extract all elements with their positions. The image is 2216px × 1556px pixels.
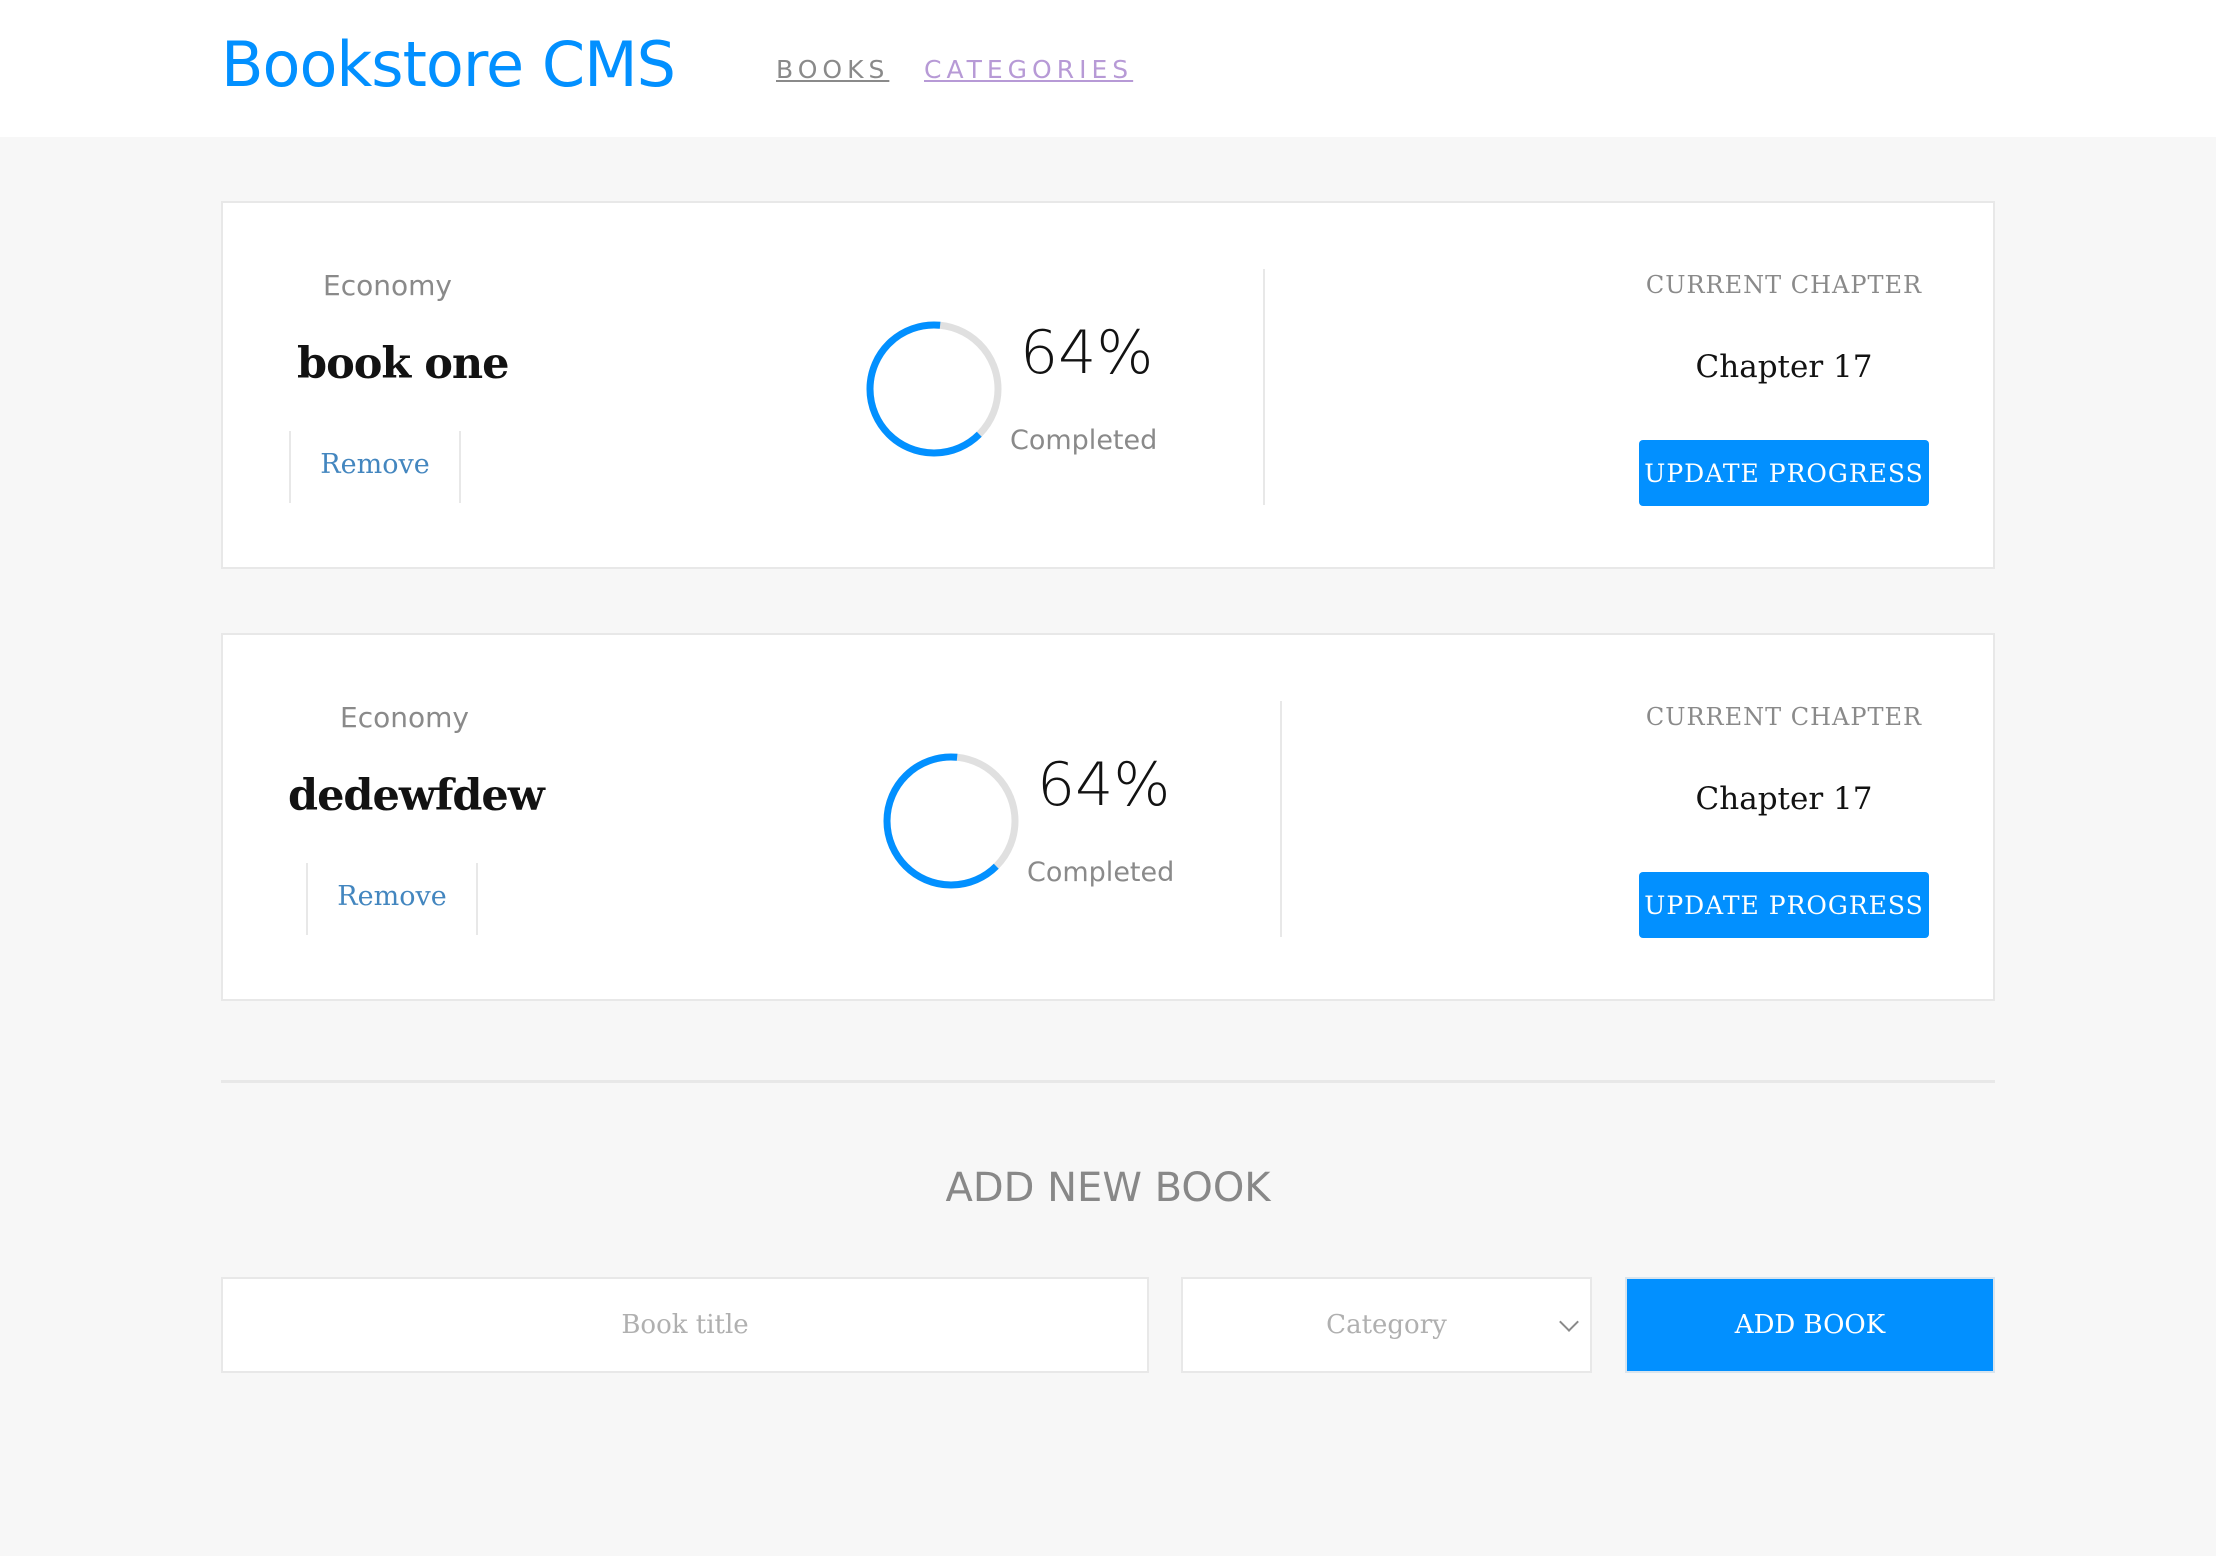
current-chapter-value: Chapter 17 (1695, 781, 1873, 817)
progress-ring-fill (883, 753, 1019, 889)
remove-button[interactable]: Remove (308, 881, 476, 912)
book-card: Economy book one Remove 64% Completed CU… (221, 201, 1995, 569)
update-progress-button[interactable]: UPDATE PROGRESS (1639, 440, 1929, 506)
progress-ring (866, 321, 1002, 457)
card-divider (1280, 701, 1282, 937)
update-progress-button[interactable]: UPDATE PROGRESS (1639, 872, 1929, 938)
nav-books-link[interactable]: BOOKS (776, 55, 889, 84)
header: Bookstore CMS BOOKS CATEGORIES (0, 0, 2216, 137)
logo[interactable]: Bookstore CMS (221, 28, 676, 101)
category-placeholder: Category (1326, 1310, 1447, 1340)
current-chapter-label: CURRENT CHAPTER (1645, 703, 1923, 731)
current-chapter-value: Chapter 17 (1695, 349, 1873, 385)
remove-button[interactable]: Remove (291, 449, 459, 480)
progress-ring-fill (866, 321, 1002, 457)
book-genre: Economy (340, 701, 469, 734)
add-book-heading: ADD NEW BOOK (945, 1165, 1271, 1211)
progress-percent: 64% (1037, 750, 1171, 820)
progress-ring (883, 753, 1019, 889)
add-book-button[interactable]: ADD BOOK (1625, 1277, 1995, 1373)
book-title-placeholder: Book title (621, 1310, 749, 1340)
section-divider (221, 1080, 1995, 1083)
category-select[interactable]: Category (1181, 1277, 1592, 1373)
nav-categories-link[interactable]: CATEGORIES (924, 55, 1133, 84)
completed-label: Completed (1010, 425, 1158, 456)
progress-percent: 64% (1020, 318, 1154, 388)
book-card: Economy dedewfdew Remove 64% Completed C… (221, 633, 1995, 1001)
book-genre: Economy (323, 269, 452, 302)
book-title: book one (297, 339, 509, 389)
book-title: dedewfdew (288, 771, 545, 821)
chevron-down-icon (1559, 1312, 1579, 1332)
remove-button-wrapper: Remove (289, 431, 461, 503)
remove-button-wrapper: Remove (306, 863, 478, 935)
current-chapter-label: CURRENT CHAPTER (1645, 271, 1923, 299)
book-title-input[interactable]: Book title (221, 1277, 1149, 1373)
completed-label: Completed (1027, 857, 1175, 888)
card-divider (1263, 269, 1265, 505)
